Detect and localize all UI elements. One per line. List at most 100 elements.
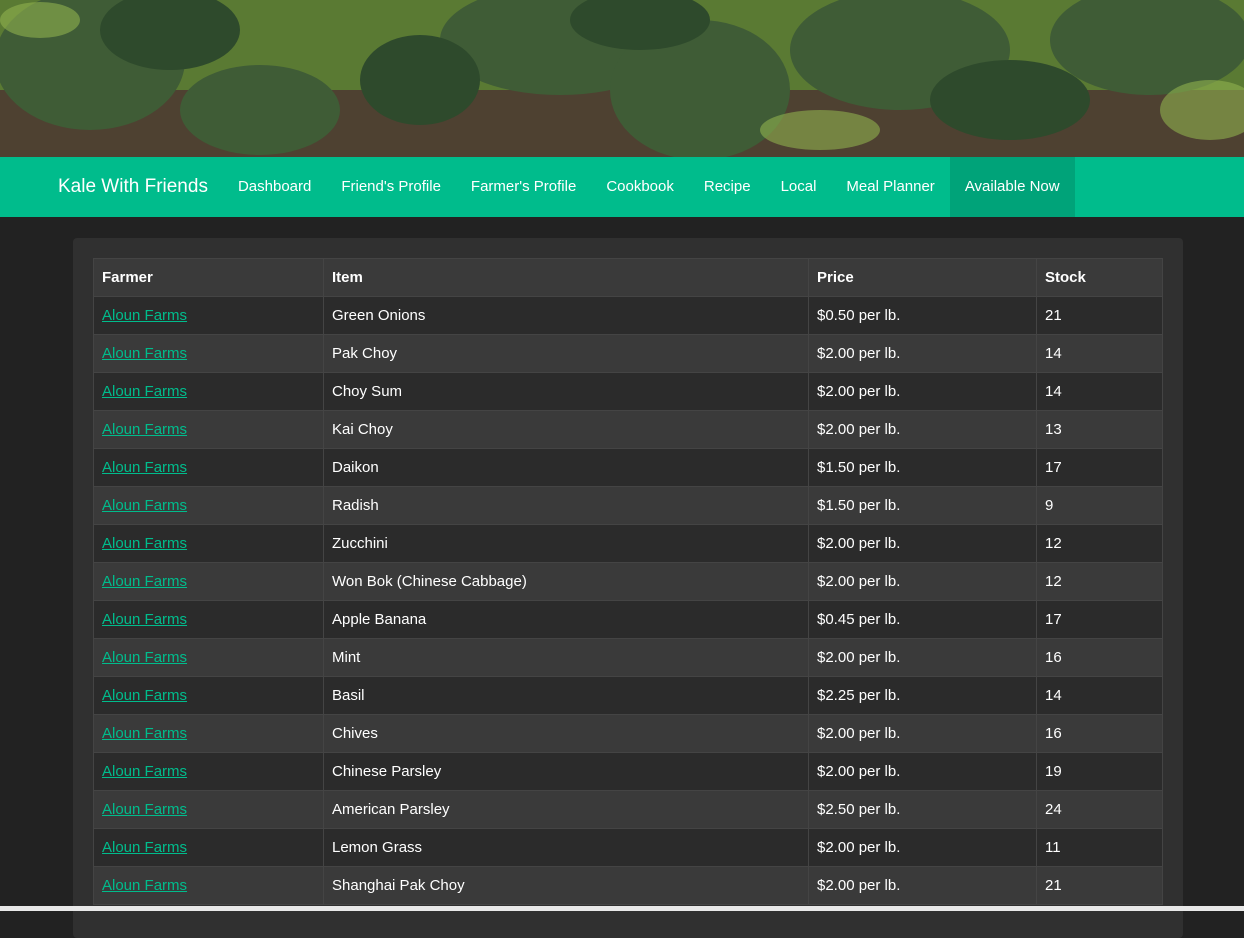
table-row: Aloun Farms Lemon Grass $2.00 per lb. 11 <box>93 828 1163 867</box>
table-row: Aloun Farms Zucchini $2.00 per lb. 12 <box>93 524 1163 563</box>
header-item: Item <box>323 258 809 297</box>
item-cell: Shanghai Pak Choy <box>323 866 809 905</box>
stock-cell: 17 <box>1036 600 1163 639</box>
farmer-cell: Aloun Farms <box>93 562 324 601</box>
farmer-cell: Aloun Farms <box>93 372 324 411</box>
price-cell: $1.50 per lb. <box>808 448 1037 487</box>
farmer-cell: Aloun Farms <box>93 600 324 639</box>
farmer-link[interactable]: Aloun Farms <box>102 725 187 742</box>
price-cell: $2.00 per lb. <box>808 866 1037 905</box>
nav-item-meal-planner[interactable]: Meal Planner <box>831 157 949 217</box>
table-row: Aloun Farms Shanghai Pak Choy $2.00 per lb… <box>93 866 1163 905</box>
stock-cell: 16 <box>1036 714 1163 753</box>
farmer-link[interactable]: Aloun Farms <box>102 649 187 666</box>
item-cell: Daikon <box>323 448 809 487</box>
table-header-row: Farmer Item Price Stock <box>93 258 1163 297</box>
farmer-cell: Aloun Farms <box>93 790 324 829</box>
available-produce-table: Farmer Item Price Stock Aloun Farms Green… <box>93 258 1163 905</box>
farmer-cell: Aloun Farms <box>93 676 324 715</box>
stock-cell: 14 <box>1036 372 1163 411</box>
price-cell: $2.00 per lb. <box>808 638 1037 677</box>
brand-link[interactable]: Kale With Friends <box>0 157 223 217</box>
table-row: Aloun Farms American Parsley $2.50 per lb.… <box>93 790 1163 829</box>
farmer-link[interactable]: Aloun Farms <box>102 307 187 324</box>
table-row: Aloun Farms Apple Banana $0.45 per lb. 17 <box>93 600 1163 639</box>
nav-item-friend-s-profile[interactable]: Friend's Profile <box>326 157 456 217</box>
price-cell: $2.00 per lb. <box>808 334 1037 373</box>
table-row: Aloun Farms Mint $2.00 per lb. 16 <box>93 638 1163 677</box>
price-cell: $0.45 per lb. <box>808 600 1037 639</box>
farmer-link[interactable]: Aloun Farms <box>102 839 187 856</box>
item-cell: Lemon Grass <box>323 828 809 867</box>
nav-item-local[interactable]: Local <box>766 157 832 217</box>
farmer-link[interactable]: Aloun Farms <box>102 801 187 818</box>
price-cell: $2.25 per lb. <box>808 676 1037 715</box>
top-navbar: Kale With Friends Dashboard Friend's Prof… <box>0 157 1244 217</box>
stock-cell: 17 <box>1036 448 1163 487</box>
price-cell: $2.00 per lb. <box>808 752 1037 791</box>
price-cell: $2.00 per lb. <box>808 410 1037 449</box>
farmer-cell: Aloun Farms <box>93 410 324 449</box>
farmer-cell: Aloun Farms <box>93 638 324 677</box>
farmer-link[interactable]: Aloun Farms <box>102 573 187 590</box>
farmer-cell: Aloun Farms <box>93 828 324 867</box>
window-bottom-edge <box>0 906 1244 911</box>
farmer-cell: Aloun Farms <box>93 448 324 487</box>
farmer-cell: Aloun Farms <box>93 866 324 905</box>
item-cell: American Parsley <box>323 790 809 829</box>
nav-item-farmer-s-profile[interactable]: Farmer's Profile <box>456 157 591 217</box>
header-price: Price <box>808 258 1037 297</box>
stock-cell: 11 <box>1036 828 1163 867</box>
farmer-link[interactable]: Aloun Farms <box>102 345 187 362</box>
item-cell: Kai Choy <box>323 410 809 449</box>
hero-banner-image <box>0 0 1244 157</box>
item-cell: Radish <box>323 486 809 525</box>
farmer-link[interactable]: Aloun Farms <box>102 383 187 400</box>
table-row: Aloun Farms Chives $2.00 per lb. 16 <box>93 714 1163 753</box>
farmer-cell: Aloun Farms <box>93 714 324 753</box>
farmer-link[interactable]: Aloun Farms <box>102 497 187 514</box>
header-stock: Stock <box>1036 258 1163 297</box>
item-cell: Pak Choy <box>323 334 809 373</box>
stock-cell: 14 <box>1036 334 1163 373</box>
farmer-link[interactable]: Aloun Farms <box>102 535 187 552</box>
price-cell: $2.00 per lb. <box>808 372 1037 411</box>
farmer-link[interactable]: Aloun Farms <box>102 421 187 438</box>
table-row: Aloun Farms Radish $1.50 per lb. 9 <box>93 486 1163 525</box>
item-cell: Zucchini <box>323 524 809 563</box>
stock-cell: 24 <box>1036 790 1163 829</box>
item-cell: Basil <box>323 676 809 715</box>
header-farmer: Farmer <box>93 258 324 297</box>
price-cell: $2.50 per lb. <box>808 790 1037 829</box>
stock-cell: 21 <box>1036 296 1163 335</box>
farmer-link[interactable]: Aloun Farms <box>102 687 187 704</box>
stock-cell: 9 <box>1036 486 1163 525</box>
stock-cell: 13 <box>1036 410 1163 449</box>
farmer-cell: Aloun Farms <box>93 296 324 335</box>
farmer-link[interactable]: Aloun Farms <box>102 763 187 780</box>
nav-item-available-now[interactable]: Available Now <box>949 157 1075 217</box>
item-cell: Won Bok (Chinese Cabbage) <box>323 562 809 601</box>
stock-cell: 21 <box>1036 866 1163 905</box>
stock-cell: 14 <box>1036 676 1163 715</box>
table-row: Aloun Farms Pak Choy $2.00 per lb. 14 <box>93 334 1163 373</box>
nav-item-dashboard[interactable]: Dashboard <box>223 157 326 217</box>
farmer-link[interactable]: Aloun Farms <box>102 611 187 628</box>
price-cell: $2.00 per lb. <box>808 524 1037 563</box>
item-cell: Chives <box>323 714 809 753</box>
item-cell: Choy Sum <box>323 372 809 411</box>
farmer-cell: Aloun Farms <box>93 334 324 373</box>
nav-item-recipe[interactable]: Recipe <box>689 157 766 217</box>
price-cell: $2.00 per lb. <box>808 562 1037 601</box>
nav-menu: Dashboard Friend's Profile Farmer's Profil… <box>223 157 1075 217</box>
farmer-cell: Aloun Farms <box>93 752 324 791</box>
farmer-link[interactable]: Aloun Farms <box>102 877 187 894</box>
stock-cell: 12 <box>1036 562 1163 601</box>
nav-item-cookbook[interactable]: Cookbook <box>591 157 689 217</box>
farmer-link[interactable]: Aloun Farms <box>102 459 187 476</box>
item-cell: Mint <box>323 638 809 677</box>
table-row: Aloun Farms Green Onions $0.50 per lb. 21 <box>93 296 1163 335</box>
table-row: Aloun Farms Daikon $1.50 per lb. 17 <box>93 448 1163 487</box>
price-cell: $0.50 per lb. <box>808 296 1037 335</box>
item-cell: Chinese Parsley <box>323 752 809 791</box>
